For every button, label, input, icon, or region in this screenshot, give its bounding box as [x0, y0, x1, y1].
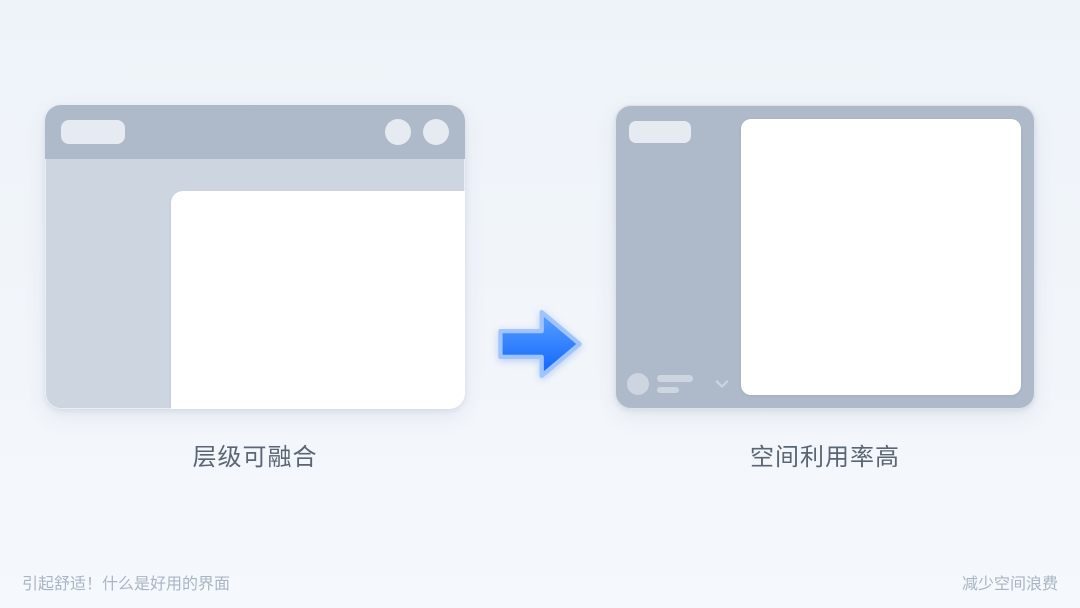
titlebar-dot-icon	[385, 119, 411, 145]
placeholder-line-icon	[657, 375, 693, 382]
avatar-icon	[627, 373, 649, 395]
chevron-down-icon	[715, 377, 729, 391]
sidebar-footer-lines	[657, 375, 693, 393]
mockup-after	[615, 105, 1035, 409]
titlebar-dots	[385, 119, 449, 145]
footer-left-text: 引起舒适！什么是好用的界面	[22, 570, 230, 594]
mockup-before-content	[171, 191, 465, 409]
mockup-after-content	[741, 119, 1021, 395]
footer-right-text: 减少空间浪费	[962, 570, 1058, 594]
titlebar-dot-icon	[423, 119, 449, 145]
mockup-before	[45, 105, 465, 409]
arrow-right-icon	[497, 304, 583, 384]
right-panel-group: 空间利用率高	[615, 105, 1035, 472]
left-panel-group: 层级可融合	[45, 105, 465, 472]
comparison-stage: 层级可融合	[0, 105, 1080, 472]
mockup-after-sidebar	[615, 105, 741, 409]
mockup-before-titlebar	[45, 105, 465, 159]
right-caption: 空间利用率高	[750, 437, 900, 472]
sidebar-pill-icon	[629, 121, 691, 143]
sidebar-footer	[627, 373, 729, 395]
titlebar-pill-icon	[61, 120, 125, 144]
left-caption: 层级可融合	[193, 437, 318, 472]
mockup-before-sidebar	[45, 159, 171, 409]
placeholder-line-icon	[657, 387, 679, 393]
